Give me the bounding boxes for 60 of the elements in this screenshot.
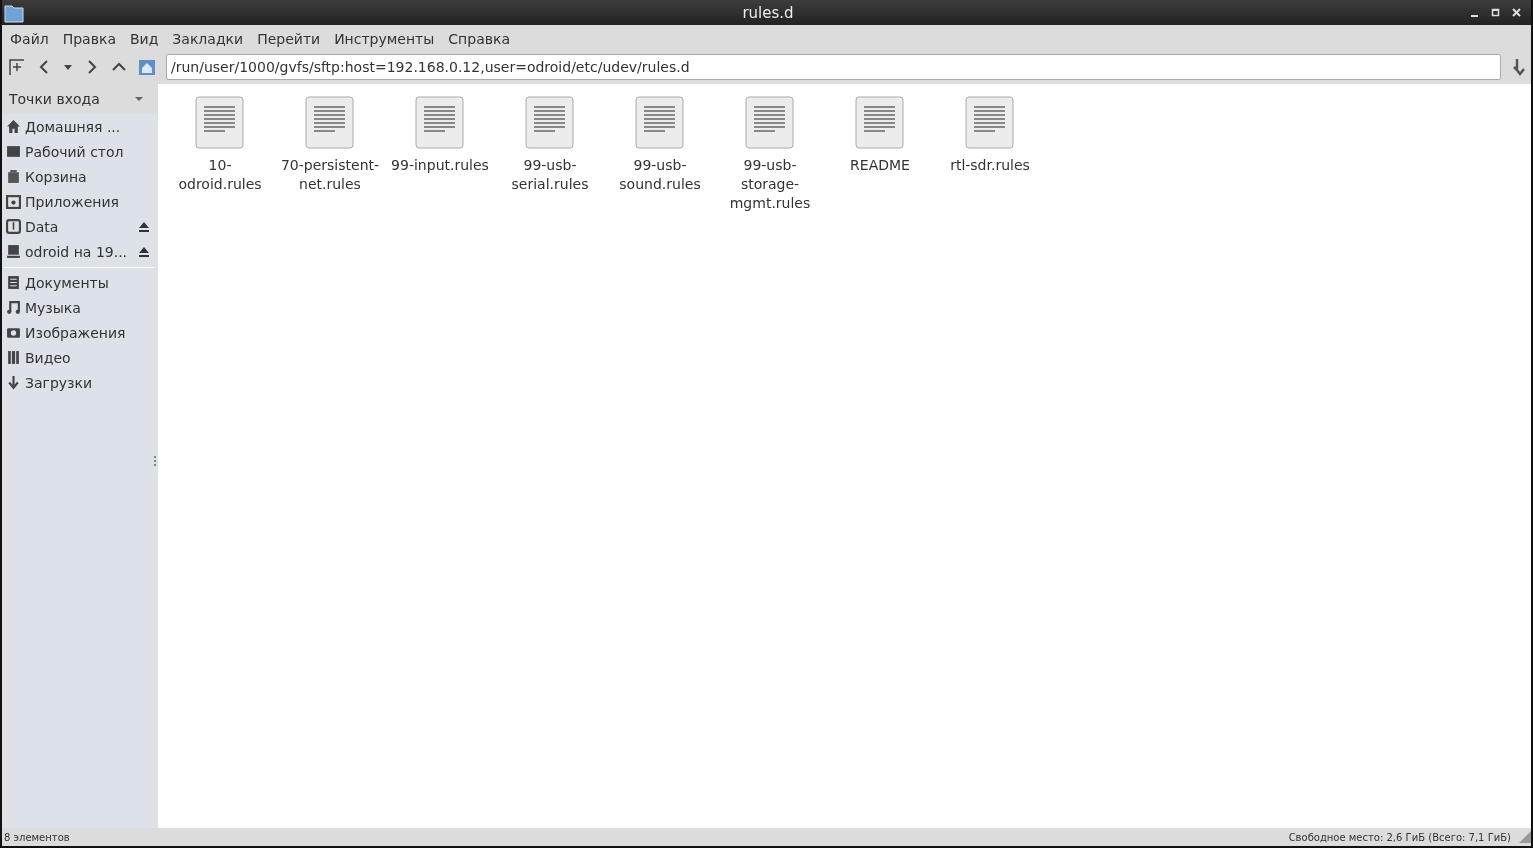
menu-item[interactable]: Перейти (257, 30, 321, 47)
sidebar-item[interactable]: Корзина (2, 164, 158, 189)
file-item[interactable]: 99-usb- serial.rules (495, 96, 605, 194)
file-item[interactable]: rtl-sdr.rules (935, 96, 1045, 175)
sidebar-item[interactable]: Рабочий стол (2, 139, 158, 164)
computer-icon (6, 244, 21, 259)
sidebar-item[interactable]: odroid на 19... (2, 239, 158, 264)
file-item[interactable]: 10- odroid.rules (165, 96, 275, 194)
status-text: 8 элементов (4, 831, 70, 843)
new-tab-icon[interactable] (8, 58, 26, 76)
text-file-icon (305, 96, 355, 150)
window-title: rules.d (741, 3, 795, 22)
maximize-icon[interactable] (1491, 7, 1501, 18)
resize-handle[interactable] (154, 456, 156, 468)
text-file-icon (525, 96, 575, 150)
sidebar-item[interactable]: Видео (2, 345, 158, 370)
text-file-icon (635, 96, 685, 150)
close-icon[interactable] (1512, 7, 1522, 18)
file-item[interactable]: README (825, 96, 935, 175)
sidebar-item[interactable]: Музыка (2, 295, 158, 320)
text-file-icon (965, 96, 1015, 150)
location-field[interactable]: /run/user/1000/gvfs/sftp:host=192.168.0.12,user=odroid/etc/udev/rules.d (166, 54, 1501, 80)
folder-icon (4, 2, 24, 23)
trash-icon (6, 169, 21, 184)
menu-item[interactable]: Справка (448, 30, 510, 47)
home-icon[interactable] (138, 58, 156, 76)
film-icon (6, 350, 21, 365)
sidebar-item[interactable]: Документы (2, 270, 158, 295)
text-file-icon (745, 96, 795, 150)
text-file-icon (415, 96, 465, 150)
sidebar-item[interactable]: Приложения (2, 189, 158, 214)
eject-icon[interactable] (138, 246, 150, 257)
status-text: Свободное место: 2,6 ГиБ (Всего: 7,1 ГиБ) (1288, 831, 1511, 843)
music-note-icon (6, 300, 21, 315)
monitor-icon (6, 144, 21, 159)
menu-item[interactable]: Файл (10, 30, 49, 47)
folder-icon (6, 194, 21, 209)
resize-grip-icon[interactable] (1519, 831, 1531, 843)
file-item[interactable]: 99-usb- sound.rules (605, 96, 715, 194)
go-icon[interactable] (1511, 57, 1527, 77)
house-icon (6, 119, 21, 134)
text-file-icon (855, 96, 905, 150)
dropdown-icon[interactable] (134, 95, 144, 103)
sidebar-item[interactable]: Изображения (2, 320, 158, 345)
drive-icon (6, 219, 21, 234)
sidebar-item[interactable]: Домашняя ... (2, 114, 158, 139)
file-item[interactable]: 99-usb- storage- mgmt.rules (715, 96, 825, 213)
menu-item[interactable]: Инструменты (334, 30, 435, 47)
document-icon (6, 275, 21, 290)
download-icon (6, 375, 21, 390)
sidebar-item[interactable]: Загрузки (2, 370, 158, 395)
menu-item[interactable]: Вид (129, 30, 159, 47)
eject-icon[interactable] (138, 221, 150, 232)
menu-item[interactable]: Закладки (172, 30, 244, 47)
file-item[interactable]: 99-input.rules (385, 96, 495, 175)
sidebar-item[interactable]: Data (2, 214, 158, 239)
menu-item[interactable]: Правка (62, 30, 116, 47)
file-item[interactable]: 70-persistent- net.rules (275, 96, 385, 194)
camera-icon (6, 325, 21, 340)
text-file-icon (195, 96, 245, 150)
